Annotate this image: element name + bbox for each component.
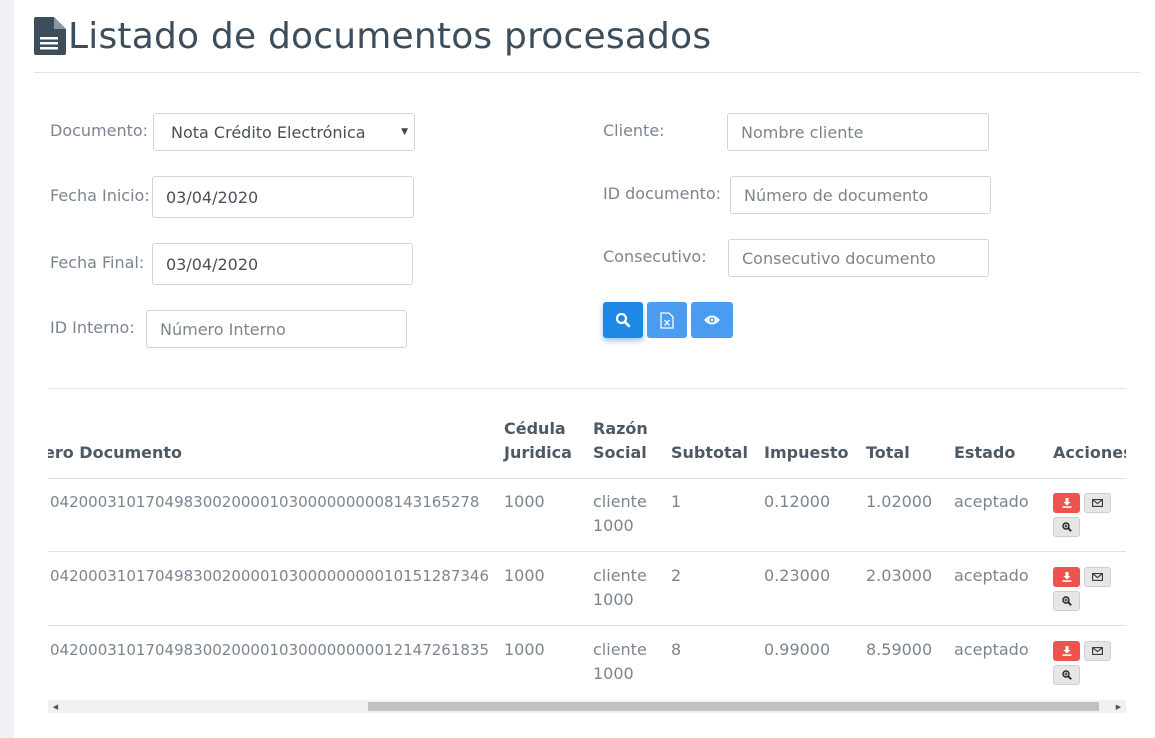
header-divider: [34, 72, 1140, 73]
consecutivo-label: Consecutivo:: [603, 247, 707, 266]
id-interno-input[interactable]: Número Interno: [146, 310, 407, 348]
documents-table: ero Documento Cédula Juridica Razón Soci…: [48, 405, 1126, 699]
sidebar-edge: [0, 0, 14, 738]
row3-total: 8.59000: [866, 640, 933, 659]
row1-razon-line2: 1000: [593, 516, 634, 535]
row2-razon-line1: cliente: [593, 566, 647, 585]
row3-cedula: 1000: [504, 640, 545, 659]
id-interno-label: ID Interno:: [50, 318, 135, 337]
cliente-label: Cliente:: [603, 121, 665, 140]
row3-razon-line1: cliente: [593, 640, 647, 659]
envelope-icon: [1092, 499, 1103, 507]
row3-razon-line2: 1000: [593, 664, 634, 683]
row3-numero: 0420003101704983002000010300000000012147…: [50, 641, 489, 659]
row1-total: 1.02000: [866, 492, 933, 511]
row1-impuesto: 0.12000: [764, 492, 831, 511]
fecha-final-input[interactable]: 03/04/2020: [152, 243, 413, 285]
documento-select-value: Nota Crédito Electrónica: [171, 122, 366, 142]
row3-preview-button[interactable]: [1053, 665, 1080, 685]
row3-download-button[interactable]: [1053, 641, 1080, 661]
row2-estado: aceptado: [954, 566, 1029, 585]
scroll-left-arrow-icon[interactable]: ◀: [51, 702, 60, 711]
row2-download-button[interactable]: [1053, 567, 1080, 587]
row2-subtotal: 2: [671, 566, 682, 585]
fecha-inicio-input[interactable]: 03/04/2020: [152, 176, 414, 218]
row2-preview-button[interactable]: [1053, 591, 1080, 611]
header-impuesto[interactable]: Impuesto: [764, 441, 848, 465]
header-acciones: Acciones: [1053, 443, 1126, 462]
row-divider: [48, 478, 1126, 479]
header-numero-documento[interactable]: ero Documento: [48, 441, 182, 465]
scroll-right-arrow-icon[interactable]: ▶: [1114, 702, 1123, 711]
id-documento-input[interactable]: Número de documento: [730, 176, 991, 214]
chevron-down-icon: ▼: [401, 127, 408, 137]
row1-preview-button[interactable]: [1053, 517, 1080, 537]
row2-email-button[interactable]: [1084, 567, 1111, 587]
documento-select[interactable]: Nota Crédito Electrónica ▼: [153, 113, 415, 151]
download-icon: [1062, 646, 1071, 656]
zoom-in-icon: [1061, 670, 1072, 680]
view-button[interactable]: [691, 302, 733, 338]
envelope-icon: [1092, 647, 1103, 655]
header-total[interactable]: Total: [866, 441, 910, 465]
header-cedula-line1[interactable]: Cédula: [504, 417, 566, 441]
search-button[interactable]: [603, 302, 643, 338]
download-icon: [1062, 572, 1071, 582]
documento-label: Documento:: [50, 121, 149, 140]
header-cedula-line2[interactable]: Juridica: [504, 441, 572, 465]
zoom-in-icon: [1061, 522, 1072, 532]
envelope-icon: [1092, 573, 1103, 581]
document-icon: [34, 17, 66, 55]
export-excel-button[interactable]: [647, 302, 687, 338]
scrollbar-thumb[interactable]: [368, 702, 1099, 711]
section-divider: [48, 388, 1126, 389]
row1-email-button[interactable]: [1084, 493, 1111, 513]
cliente-input[interactable]: Nombre cliente: [727, 113, 989, 151]
row3-estado: aceptado: [954, 640, 1029, 659]
excel-icon: [660, 311, 674, 329]
row1-numero: 0420003101704983002000010300000000081431…: [50, 493, 480, 511]
row1-subtotal: 1: [671, 492, 682, 511]
download-icon: [1062, 498, 1071, 508]
header-subtotal[interactable]: Subtotal: [671, 441, 748, 465]
row3-impuesto: 0.99000: [764, 640, 831, 659]
row2-numero: 0420003101704983002000010300000000010151…: [50, 567, 489, 585]
row2-total: 2.03000: [866, 566, 933, 585]
id-documento-label: ID documento:: [603, 184, 722, 203]
horizontal-scrollbar[interactable]: ◀ ▶: [48, 700, 1126, 713]
row1-razon-line1: cliente: [593, 492, 647, 511]
header-estado[interactable]: Estado: [954, 441, 1015, 465]
header-razon-line2[interactable]: Social: [593, 441, 647, 465]
row2-razon-line2: 1000: [593, 590, 634, 609]
row1-estado: aceptado: [954, 492, 1029, 511]
header-razon-line1[interactable]: Razón: [593, 417, 648, 441]
row1-download-button[interactable]: [1053, 493, 1080, 513]
row-divider: [48, 625, 1126, 626]
row3-email-button[interactable]: [1084, 641, 1111, 661]
row2-impuesto: 0.23000: [764, 566, 831, 585]
row2-cedula: 1000: [504, 566, 545, 585]
row1-cedula: 1000: [504, 492, 545, 511]
fecha-final-label: Fecha Final:: [50, 253, 145, 272]
consecutivo-input[interactable]: Consecutivo documento: [728, 239, 989, 277]
row-divider: [48, 551, 1126, 552]
page-header: Listado de documentos procesados: [34, 14, 711, 58]
search-icon: [615, 312, 631, 328]
eye-icon: [704, 315, 720, 325]
zoom-in-icon: [1061, 596, 1072, 606]
page-title: Listado de documentos procesados: [68, 15, 712, 57]
row3-subtotal: 8: [671, 640, 682, 659]
fecha-inicio-label: Fecha Inicio:: [50, 186, 150, 205]
